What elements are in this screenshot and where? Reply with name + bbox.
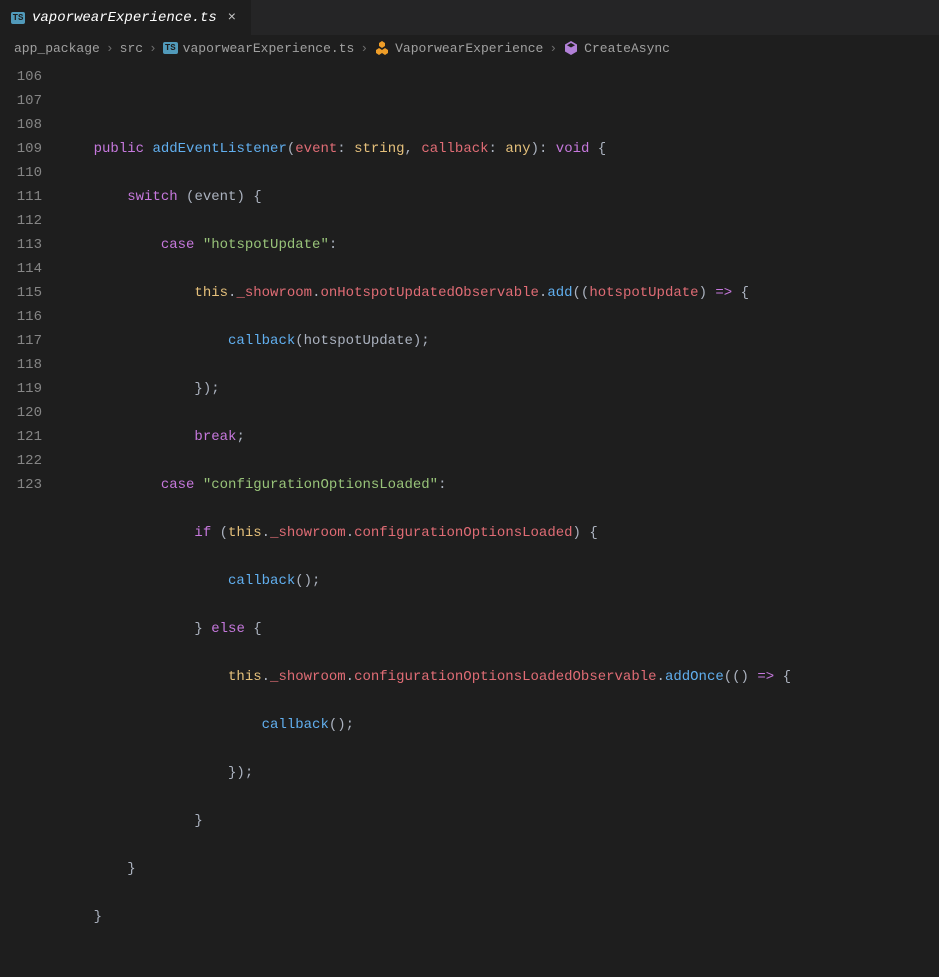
breadcrumb[interactable]: app_package › src › TS vaporwearExperien… [0,35,939,61]
breadcrumb-item[interactable]: VaporwearExperience [374,40,543,56]
line-number-gutter: 106 107 108 109 110 111 112 113 114 115 … [0,61,60,977]
typescript-icon: TS [163,42,178,54]
editor-tab[interactable]: TS vaporwearExperience.ts × [0,0,251,35]
tab-bar: TS vaporwearExperience.ts × [0,0,939,35]
code-content[interactable]: public addEventListener(event: string, c… [60,61,939,977]
chevron-right-icon: › [106,41,114,56]
tab-filename: vaporwearExperience.ts [32,10,217,26]
code-editor[interactable]: 106 107 108 109 110 111 112 113 114 115 … [0,61,939,977]
breadcrumb-item[interactable]: app_package [14,41,100,56]
breadcrumb-item[interactable]: CreateAsync [563,40,670,56]
chevron-right-icon: › [360,41,368,56]
method-icon [563,40,579,56]
chevron-right-icon: › [549,41,557,56]
typescript-icon: TS [10,10,26,26]
breadcrumb-item[interactable]: TS vaporwearExperience.ts [163,41,354,56]
breadcrumb-item[interactable]: src [120,41,143,56]
class-icon [374,40,390,56]
chevron-right-icon: › [149,41,157,56]
close-icon[interactable]: × [223,9,241,27]
